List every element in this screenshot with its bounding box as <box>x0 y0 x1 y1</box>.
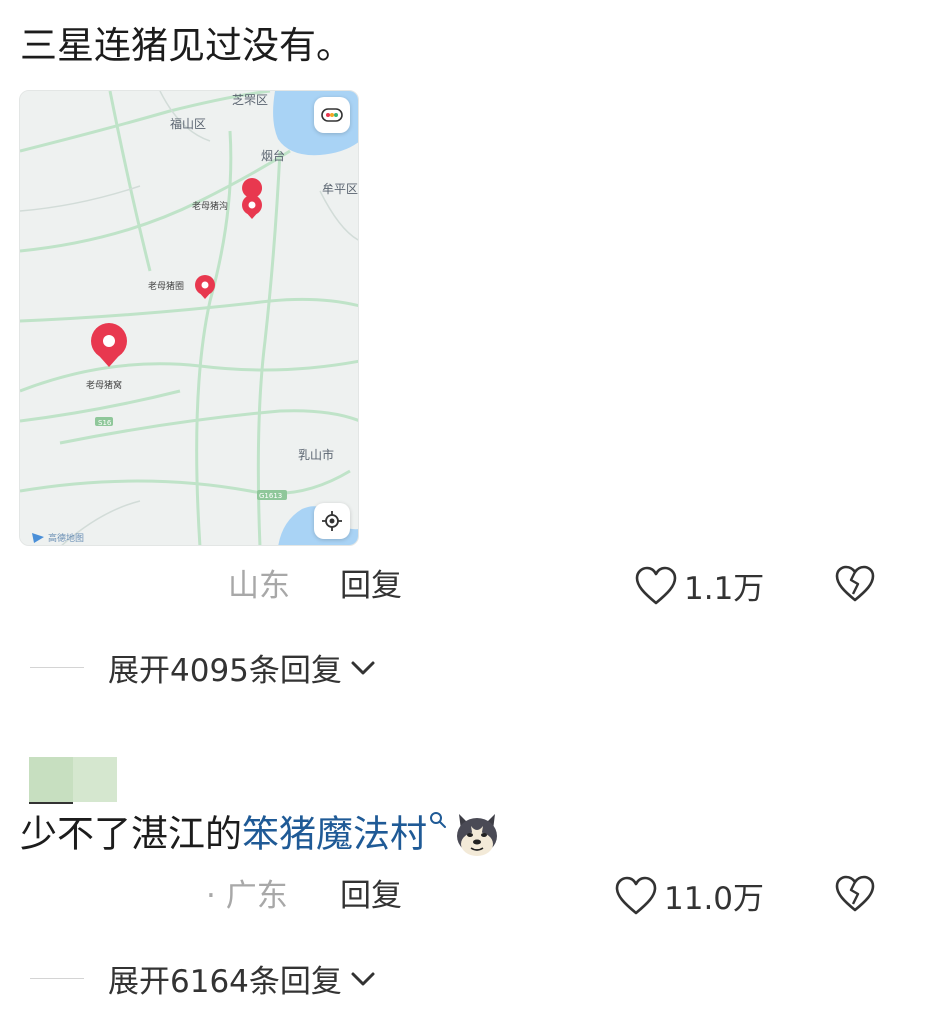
broken-heart-icon <box>835 565 875 602</box>
search-icon[interactable] <box>429 802 447 846</box>
map-road-g1613: G1613 <box>259 492 282 500</box>
comment-2-text-plain: 少不了湛江的 <box>20 812 242 856</box>
map-layer-button[interactable] <box>314 97 350 133</box>
comment-1-reply-button[interactable]: 回复 <box>340 566 402 606</box>
traffic-layer-icon <box>321 108 343 122</box>
comment-1-expand-replies[interactable]: 展开4095条回复 <box>30 645 376 690</box>
map-canvas: 芝罘区 福山区 烟台 牟平区 老母猪沟 老母猪圈 老母猪窝 乳山市 S16 G1… <box>20 91 358 545</box>
comment-1-dislike-button[interactable] <box>834 564 876 608</box>
comment-2-like-button[interactable]: 11.0万 <box>614 873 764 918</box>
map-image[interactable]: 芝罘区 福山区 烟台 牟平区 老母猪沟 老母猪圈 老母猪窝 乳山市 S16 G1… <box>19 90 359 546</box>
map-label-pig-valley: 老母猪沟 <box>192 200 228 212</box>
comment-1-location: 山东 <box>228 568 290 604</box>
chevron-down-icon <box>351 972 375 985</box>
comment-2-like-count: 11.0万 <box>664 881 765 917</box>
heart-outline-icon <box>635 566 677 604</box>
heart-outline-icon <box>615 876 657 914</box>
broken-heart-icon <box>835 875 875 912</box>
map-label-fushan: 福山区 <box>170 116 206 131</box>
map-label-muping: 牟平区 <box>322 181 358 196</box>
map-locate-button[interactable] <box>314 503 350 539</box>
comment-1-expand-label: 展开4095条回复 <box>108 653 342 689</box>
comment-2-reply-button[interactable]: 回复 <box>340 876 402 916</box>
locate-icon <box>322 511 342 531</box>
map-road-s16: S16 <box>98 419 112 427</box>
search-link[interactable]: 笨猪魔法村 <box>242 813 427 856</box>
username-underline <box>29 802 73 804</box>
divider-line <box>30 978 84 979</box>
map-label-rushan: 乳山市 <box>298 447 334 462</box>
comment-2-location: · 广东 <box>206 878 288 914</box>
map-label-zhifu: 芝罘区 <box>232 92 268 107</box>
chevron-down-icon <box>351 661 375 674</box>
avatar[interactable] <box>29 757 117 802</box>
map-watermark: 高德地图 <box>48 532 84 544</box>
comment-2-expand-replies[interactable]: 展开6164条回复 <box>30 956 376 1001</box>
map-label-pig-pen: 老母猪圈 <box>148 280 184 292</box>
comment-2-dislike-button[interactable] <box>834 874 876 918</box>
map-label-yantai: 烟台 <box>261 148 285 163</box>
comment-2-expand-label: 展开6164条回复 <box>108 964 342 1000</box>
comment-1-like-count: 1.1万 <box>684 571 765 607</box>
map-label-pig-nest: 老母猪窝 <box>86 379 122 391</box>
husky-dog-emoji <box>457 814 497 856</box>
comment-2-text: 少不了湛江的笨猪魔法村 <box>20 810 503 864</box>
comment-1-like-button[interactable]: 1.1万 <box>634 563 764 608</box>
comment-1-text: 三星连猪见过没有。 <box>20 24 353 67</box>
divider-line <box>30 667 84 668</box>
